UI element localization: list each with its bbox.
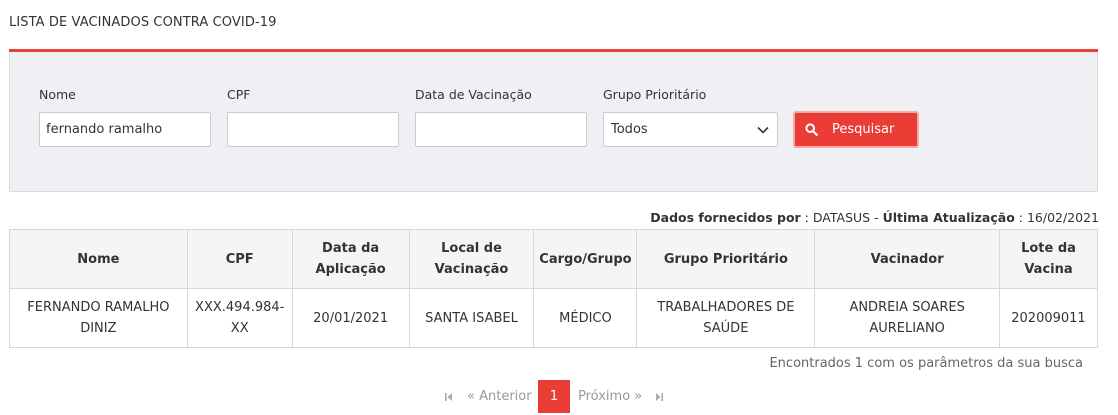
data-source-info: Dados fornecidos por : DATASUS - Última … [650, 210, 1099, 225]
header-data-aplicacao: Data da Aplicação [291, 229, 410, 289]
results-count: Encontrados 1 com os parâmetros da sua b… [769, 356, 1083, 371]
search-button-label: Pesquisar [832, 122, 895, 137]
provided-by-value: DATASUS [812, 210, 871, 225]
previous-page-link[interactable]: « Anterior [467, 380, 532, 413]
next-page-link[interactable]: Próximo » [578, 380, 642, 413]
results-table: Nome CPF Data da Aplicação Local de Vacina… [9, 229, 1099, 348]
cell-vacinador: ANDREIA SOARES AURELIANO [814, 288, 1000, 348]
cell-cargo-grupo: MÉDICO [533, 288, 638, 348]
cpf-label: CPF [227, 87, 251, 102]
first-page-icon[interactable] [444, 392, 453, 402]
search-icon [805, 123, 818, 136]
cpf-input[interactable] [227, 112, 399, 147]
header-local-vacinacao: Local de Vacinação [408, 229, 535, 289]
cell-grupo-prioritario: TRABALHADORES DE SAÚDE [636, 288, 816, 348]
grupo-prioritario-select[interactable]: Todos [603, 112, 778, 147]
header-vacinador: Vacinador [814, 229, 1000, 289]
cell-cpf: XXX.494.984- XX [186, 288, 293, 348]
last-update-label: Última Atualização [882, 210, 1015, 225]
cell-nome: FERNANDO RAMALHO DINIZ [9, 288, 188, 348]
header-cargo-grupo: Cargo/Grupo [533, 229, 638, 289]
page-title: LISTA DE VACINADOS CONTRA COVID-19 [9, 15, 277, 30]
last-page-icon[interactable] [655, 392, 664, 402]
pagination: « Anterior 1 Próximo » [0, 380, 1118, 413]
search-button[interactable]: Pesquisar [793, 111, 919, 148]
nome-label: Nome [39, 87, 76, 102]
grupo-prioritario-selected: Todos [611, 122, 648, 137]
header-cpf: CPF [186, 229, 293, 289]
header-nome: Nome [9, 229, 188, 289]
data-vacinacao-label: Data de Vacinação [415, 87, 532, 102]
table-row: FERNANDO RAMALHO DINIZ XXX.494.984- XX 20/… [9, 288, 1099, 348]
header-lote-vacina: Lote da Vacina [998, 229, 1099, 289]
filter-panel: Nome CPF Data de Vacinação Grupo Priorit… [9, 52, 1098, 192]
current-page[interactable]: 1 [538, 380, 570, 413]
nome-input[interactable] [39, 112, 211, 147]
provided-by-label: Dados fornecidos por [650, 210, 801, 225]
cell-lote-vacina: 202009011 [998, 288, 1099, 348]
cell-local-vacinacao: SANTA ISABEL [408, 288, 535, 348]
grupo-prioritario-label: Grupo Prioritário [603, 87, 707, 102]
last-update-value: 16/02/2021 [1026, 210, 1099, 225]
table-header-row: Nome CPF Data da Aplicação Local de Vacina… [9, 229, 1099, 289]
cell-data-aplicacao: 20/01/2021 [291, 288, 410, 348]
data-vacinacao-input[interactable] [415, 112, 587, 147]
chevron-down-icon [757, 126, 769, 134]
header-grupo-prioritario: Grupo Prioritário [636, 229, 816, 289]
